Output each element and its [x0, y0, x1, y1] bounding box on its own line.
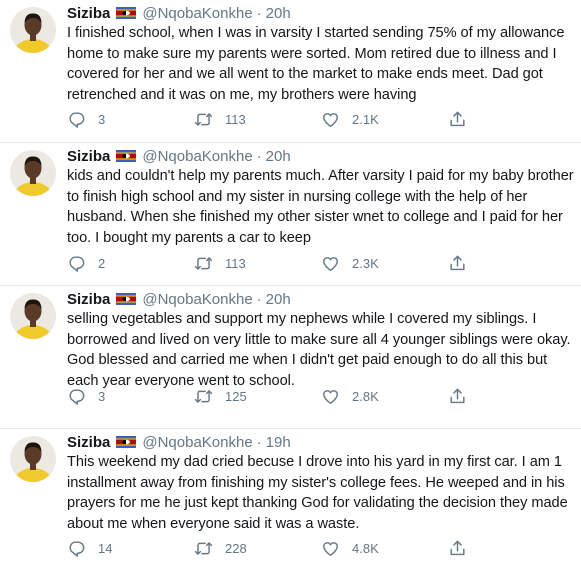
retweet-count: 125 [225, 389, 247, 404]
tweet-content: Siziba @NqobaKonkhe · 19h This weekend m… [67, 433, 575, 534]
reply-icon [67, 387, 86, 406]
like-button[interactable]: 2.8K [321, 387, 448, 406]
tweet-header: Siziba @NqobaKonkhe · 20h [67, 147, 575, 165]
tweet-content: Siziba @NqobaKonkhe · 20h I finished sch… [67, 4, 575, 105]
heart-icon [321, 539, 340, 558]
display-name[interactable]: Siziba [67, 291, 110, 308]
share-icon [448, 254, 467, 273]
retweet-button[interactable]: 113 [194, 110, 321, 129]
like-count: 2.3K [352, 256, 379, 271]
tweet-text: kids and couldn't help my parents much. … [67, 168, 574, 246]
retweet-button[interactable]: 113 [194, 254, 321, 273]
eswatini-flag-icon [116, 293, 136, 305]
tweet[interactable]: Siziba @NqobaKonkhe · 19h This weekend m… [0, 429, 581, 574]
display-name[interactable]: Siziba [67, 5, 110, 22]
share-button[interactable] [448, 254, 575, 273]
tweet-actions: 2 113 2.3K [67, 254, 575, 273]
avatar[interactable] [10, 436, 56, 482]
like-button[interactable]: 2.1K [321, 110, 448, 129]
heart-icon [321, 254, 340, 273]
reply-count: 2 [98, 256, 106, 271]
separator-dot: · [256, 147, 262, 165]
share-icon [448, 539, 467, 558]
timestamp[interactable]: 20h [266, 5, 291, 22]
heart-icon [321, 387, 340, 406]
user-handle[interactable]: @NqobaKonkhe [142, 434, 252, 451]
retweet-count: 113 [225, 256, 246, 271]
eswatini-flag-icon [116, 150, 136, 162]
like-count: 2.1K [352, 112, 379, 127]
like-count: 2.8K [352, 389, 379, 404]
tweet-text: I finished school, when I was in varsity… [67, 25, 565, 103]
tweet-header: Siziba @NqobaKonkhe · 20h [67, 290, 575, 308]
separator-dot: · [256, 433, 262, 451]
share-button[interactable] [448, 539, 575, 558]
tweet-content: Siziba @NqobaKonkhe · 20h selling vegeta… [67, 290, 575, 391]
retweet-button[interactable]: 125 [194, 387, 321, 406]
like-count: 4.8K [352, 541, 379, 556]
avatar[interactable] [10, 293, 56, 339]
retweet-icon [194, 539, 213, 558]
reply-button[interactable]: 3 [67, 387, 194, 406]
avatar[interactable] [10, 150, 56, 196]
separator-dot: · [256, 4, 262, 22]
avatar[interactable] [10, 7, 56, 53]
tweet-text: This weekend my dad cried becuse I drove… [67, 454, 568, 532]
share-button[interactable] [448, 387, 575, 406]
tweet-actions: 3 113 2.1K [67, 110, 575, 129]
reply-count: 3 [98, 112, 106, 127]
reply-icon [67, 254, 86, 273]
share-icon [448, 110, 467, 129]
tweet[interactable]: Siziba @NqobaKonkhe · 20h selling vegeta… [0, 286, 581, 429]
retweet-icon [194, 254, 213, 273]
retweet-button[interactable]: 228 [194, 539, 321, 558]
tweet[interactable]: Siziba @NqobaKonkhe · 20h kids and could… [0, 143, 581, 286]
share-button[interactable] [448, 110, 575, 129]
retweet-icon [194, 387, 213, 406]
retweet-count: 228 [225, 541, 247, 556]
tweet-actions: 3 125 2.8K [67, 387, 575, 406]
reply-count: 14 [98, 541, 113, 556]
like-button[interactable]: 4.8K [321, 539, 448, 558]
tweet-text: selling vegetables and support my nephew… [67, 311, 571, 389]
user-handle[interactable]: @NqobaKonkhe [142, 291, 252, 308]
display-name[interactable]: Siziba [67, 434, 110, 451]
reply-count: 3 [98, 389, 106, 404]
reply-icon [67, 539, 86, 558]
tweet[interactable]: Siziba @NqobaKonkhe · 20h I finished sch… [0, 0, 581, 143]
tweet-thread: Siziba @NqobaKonkhe · 20h I finished sch… [0, 0, 581, 574]
eswatini-flag-icon [116, 436, 136, 448]
heart-icon [321, 110, 340, 129]
user-handle[interactable]: @NqobaKonkhe [142, 148, 252, 165]
like-button[interactable]: 2.3K [321, 254, 448, 273]
tweet-header: Siziba @NqobaKonkhe · 20h [67, 4, 575, 22]
timestamp[interactable]: 20h [266, 148, 291, 165]
tweet-header: Siziba @NqobaKonkhe · 19h [67, 433, 575, 451]
timestamp[interactable]: 20h [266, 291, 291, 308]
retweet-icon [194, 110, 213, 129]
tweet-content: Siziba @NqobaKonkhe · 20h kids and could… [67, 147, 575, 248]
reply-button[interactable]: 3 [67, 110, 194, 129]
eswatini-flag-icon [116, 7, 136, 19]
user-handle[interactable]: @NqobaKonkhe [142, 5, 252, 22]
tweet-actions: 14 228 4.8K [67, 539, 575, 558]
reply-button[interactable]: 2 [67, 254, 194, 273]
reply-icon [67, 110, 86, 129]
share-icon [448, 387, 467, 406]
separator-dot: · [256, 290, 262, 308]
retweet-count: 113 [225, 112, 246, 127]
reply-button[interactable]: 14 [67, 539, 194, 558]
timestamp[interactable]: 19h [266, 434, 291, 451]
display-name[interactable]: Siziba [67, 148, 110, 165]
